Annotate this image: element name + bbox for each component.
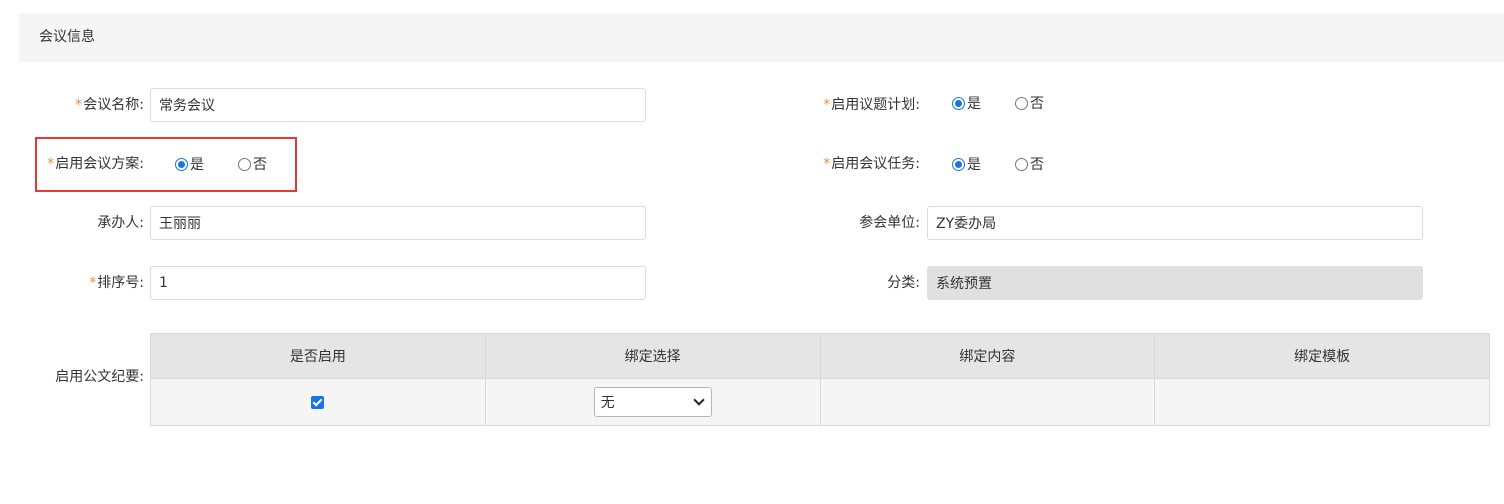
enable-meeting-scheme-radio-group: 是 否 (175, 147, 301, 181)
enable-meeting-task-no[interactable]: 否 (1015, 154, 1044, 174)
cell-binding-template (1154, 378, 1490, 426)
section-title: 会议信息 (39, 29, 95, 45)
section-header: 会议信息 (19, 13, 1504, 62)
enable-meeting-task-yes[interactable]: 是 (952, 154, 981, 174)
meeting-info-form: 会议信息 *会议名称: *启用议题计划: 是 否 *启用会议方案: 是 否 *启 (0, 0, 1504, 504)
header-binding-template: 绑定模板 (1154, 333, 1490, 379)
enable-meeting-scheme-no[interactable]: 否 (238, 154, 267, 174)
enable-meeting-scheme-label: *启用会议方案: (47, 156, 144, 172)
meeting-name-label: *会议名称: (75, 97, 144, 113)
header-binding-content: 绑定内容 (819, 333, 1156, 379)
enable-meeting-scheme-yes[interactable]: 是 (175, 154, 204, 174)
sort-number-input[interactable] (150, 266, 646, 300)
table-row: 无 (150, 378, 1490, 426)
table-header-row: 是否启用 绑定选择 绑定内容 绑定模板 (150, 333, 1490, 379)
radio-checked-icon (952, 96, 965, 110)
organizer-label: 承办人: (97, 215, 144, 231)
radio-checked-icon (175, 157, 188, 171)
participating-unit-label: 参会单位: (859, 215, 920, 231)
enable-meeting-task-radio-group: 是 否 (952, 147, 1078, 181)
enable-agenda-plan-no[interactable]: 否 (1015, 93, 1044, 113)
binding-choice-select[interactable]: 无 (593, 387, 712, 417)
radio-checked-icon (952, 157, 965, 171)
cell-enabled (150, 378, 486, 426)
radio-unchecked-icon (238, 157, 251, 171)
organizer-input[interactable] (150, 206, 646, 240)
enable-agenda-plan-radio-group: 是 否 (952, 86, 1078, 120)
header-binding-choice: 绑定选择 (484, 333, 821, 379)
cell-binding-choice: 无 (484, 378, 821, 426)
enable-agenda-plan-label: *启用议题计划: (823, 97, 920, 113)
sort-number-label: *排序号: (89, 275, 144, 291)
enable-agenda-plan-yes[interactable]: 是 (952, 93, 981, 113)
radio-unchecked-icon (1015, 157, 1028, 171)
category-label: 分类: (887, 275, 920, 291)
chevron-down-icon (693, 396, 705, 408)
enabled-checkbox[interactable] (311, 395, 325, 409)
header-enabled: 是否启用 (150, 333, 486, 379)
enable-minutes-label: 启用公文纪要: (55, 369, 144, 385)
enable-meeting-task-label: *启用会议任务: (823, 156, 920, 172)
radio-unchecked-icon (1015, 96, 1028, 110)
minutes-binding-table: 是否启用 绑定选择 绑定内容 绑定模板 无 (150, 333, 1490, 426)
category-input (927, 266, 1423, 300)
cell-binding-content (819, 378, 1156, 426)
participating-unit-input[interactable] (927, 206, 1423, 240)
meeting-name-input[interactable] (150, 88, 646, 122)
